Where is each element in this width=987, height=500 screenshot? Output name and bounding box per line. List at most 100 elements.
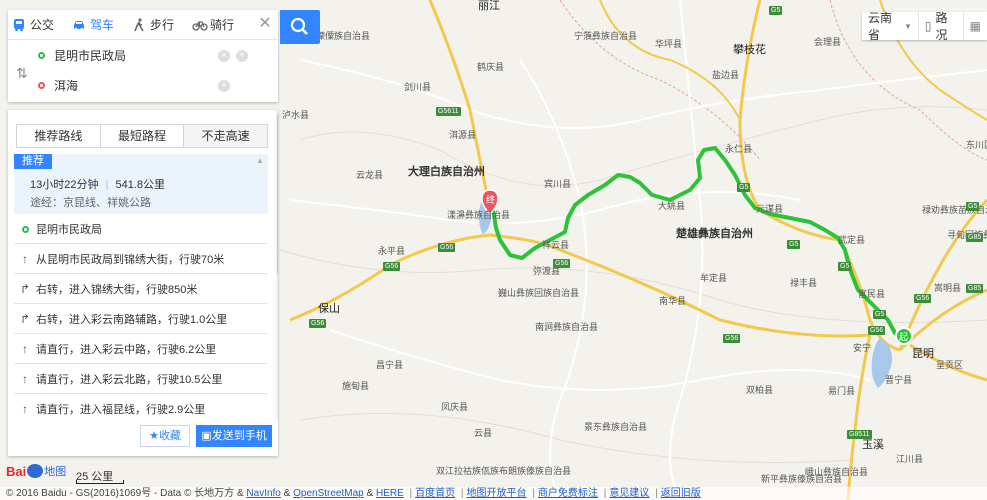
step-3[interactable]: ↱ 右转，进入彩云南路辅路，行驶1.0公里 [14,304,268,334]
footer-link-open-platform[interactable]: 地图开放平台 [467,488,527,499]
map-place-label[interactable]: 漾濞彝族自治县 [447,210,510,220]
close-icon[interactable]: ✕ [258,16,272,32]
search-button[interactable] [280,10,320,44]
route-results-panel: 推荐路线 最短路程 不走高速 推荐 ▲ 13小时22分钟 | 541.8公里 途… [8,110,278,456]
map-place-label[interactable]: 安宁 [853,343,871,353]
map-place-label[interactable]: 双江拉祜族佤族布朗族傣族自治县 [436,466,571,476]
end-marker-label[interactable]: 终 [486,195,495,205]
map-place-label[interactable]: 呈贡区 [936,360,963,370]
add-waypoint-icon[interactable]: + [236,50,248,62]
step-5[interactable]: ↑ 请直行，进入彩云北路，行驶10.5公里 [14,364,268,394]
results-scrollbar[interactable] [276,110,278,456]
end-input[interactable]: 洱海 [54,77,78,94]
map-place-label[interactable]: 景东彝族自治县 [584,422,647,432]
road-shield: G5 [838,262,852,271]
province-selector[interactable]: 云南省 ▼ [862,11,919,42]
clear-end-icon[interactable]: × [218,80,230,92]
map-place-label[interactable]: 永平县 [378,246,405,256]
road-shield: G56 [723,334,741,343]
map-place-label[interactable]: 晋宁县 [885,375,912,385]
start-input[interactable]: 昆明市民政局 [54,47,126,64]
recommend-badge: 推荐 [14,154,52,169]
map-place-label[interactable]: 会理县 [814,37,841,47]
map-place-label[interactable]: 华坪县 [655,39,682,49]
map-place-label[interactable]: 云龙县 [356,170,383,180]
start-dot-icon [38,51,45,59]
step-origin[interactable]: 昆明市民政局 [14,214,268,244]
footer-link-merchant[interactable]: 商户免费标注 [538,488,598,499]
map-place-label[interactable]: 宁蒗彝族自治县 [574,31,637,41]
footer-link-baidu-home[interactable]: 百度首页 [415,488,455,499]
start-marker-label[interactable]: 起 [899,332,908,342]
map-place-label[interactable]: 牟定县 [700,273,727,283]
tab-no-highway[interactable]: 不走高速 [184,125,268,147]
map-place-label[interactable]: 施甸县 [342,381,369,391]
step-1[interactable]: ↑ 从昆明市民政局到锦绣大街，行驶70米 [14,244,268,274]
map-place-label[interactable]: 鹤庆县 [477,62,504,72]
tab-bus[interactable]: 公交 [12,16,54,33]
route-search-box: 公交 驾车 步行 骑行 ✕ ⇅ 昆明市民政局 × + 洱海 × [8,10,278,102]
tab-recommended[interactable]: 推荐路线 [17,125,101,147]
map-place-label[interactable]: 南华县 [659,296,686,306]
map-place-label[interactable]: 楚雄彝族自治州 [676,229,753,240]
origin-dot-icon [14,222,36,236]
route-summary[interactable]: 推荐 ▲ 13小时22分钟 | 541.8公里 途经：京昆线、祥姚公路 [14,154,268,214]
map-place-label[interactable]: 富民县 [858,289,885,299]
map-place-label[interactable]: 祥云县 [542,240,569,250]
more-controls[interactable]: ▦ [964,12,987,40]
footer-link-feedback[interactable]: 意见建议 [609,488,649,499]
map-place-label[interactable]: 大理白族自治州 [408,167,485,178]
map-place-label[interactable]: 巍山彝族回族自治县 [498,288,579,298]
map-place-label[interactable]: 洱源县 [449,130,476,140]
map-place-label[interactable]: 禄丰县 [790,278,817,288]
map-place-label[interactable]: 江川县 [896,454,923,464]
map-place-label[interactable]: 昌宁县 [376,360,403,370]
step-text: 请直行，进入彩云北路，行驶10.5公里 [36,373,223,386]
tab-walk[interactable]: 步行 [132,16,174,33]
map-place-label[interactable]: 永仁县 [725,144,752,154]
map-place-label[interactable]: 攀枝花 [733,45,766,56]
navinfo-link[interactable]: NavInfo [246,488,280,499]
map-place-label[interactable]: 丽江 [478,1,500,12]
map-place-label[interactable]: 易门县 [828,386,855,396]
map-place-label[interactable]: 元谋县 [756,204,783,214]
map-place-label[interactable]: 嵩明县 [934,283,961,293]
swap-icon[interactable]: ⇅ [16,65,28,82]
end-field[interactable]: 洱海 [38,74,248,96]
road-shield: G5611 [436,107,461,116]
tab-bike[interactable]: 骑行 [192,16,234,33]
map-place-label[interactable]: 凤庆县 [441,402,468,412]
baidu-map-logo[interactable]: Bai 地图 [6,463,66,479]
map-place-label[interactable]: 云县 [474,428,492,438]
map-place-label[interactable]: 泸水县 [282,110,309,120]
start-field[interactable]: 昆明市民政局 [38,44,248,66]
collapse-icon[interactable]: ▲ [256,156,264,165]
map-place-label[interactable]: 大姚县 [658,201,685,211]
traffic-toggle[interactable]: ▯ 路况 [919,11,964,42]
favorite-button[interactable]: ★收藏 [140,425,190,447]
map-place-label[interactable]: 剑川县 [404,82,431,92]
footer-link-old-version[interactable]: 返回旧版 [661,488,701,499]
map-place-label[interactable]: 双柏县 [746,385,773,395]
map-place-label[interactable]: 保山 [318,304,340,315]
step-2[interactable]: ↱ 右转，进入锦绣大街，行驶850米 [14,274,268,304]
map-place-label[interactable]: 南涧彝族自治县 [535,322,598,332]
map-place-label[interactable]: 新平彝族傣族自治县 [761,474,842,484]
tab-shortest[interactable]: 最短路程 [101,125,185,147]
map-place-label[interactable]: 盐边县 [712,70,739,80]
step-4[interactable]: ↑ 请直行，进入彩云中路，行驶6.2公里 [14,334,268,364]
end-dot-icon [38,81,45,89]
tab-car[interactable]: 驾车 [72,16,114,33]
map-place-label[interactable]: 武定县 [838,235,865,245]
map-place-label[interactable]: 宾川县 [544,179,571,189]
map-place-label[interactable]: 昆明 [912,349,934,360]
send-to-phone-button[interactable]: ▣发送到手机 [196,425,272,447]
osm-link[interactable]: OpenStreetMap [293,488,364,499]
road-shield: G5 [737,183,751,192]
here-link[interactable]: HERE [376,488,404,499]
map-place-label[interactable]: 玉溪 [862,440,884,451]
scroll-thumb[interactable] [277,114,278,274]
clear-start-icon[interactable]: × [218,50,230,62]
map-place-label[interactable]: 东川区 [966,140,987,150]
road-shield: G56 [438,243,456,252]
